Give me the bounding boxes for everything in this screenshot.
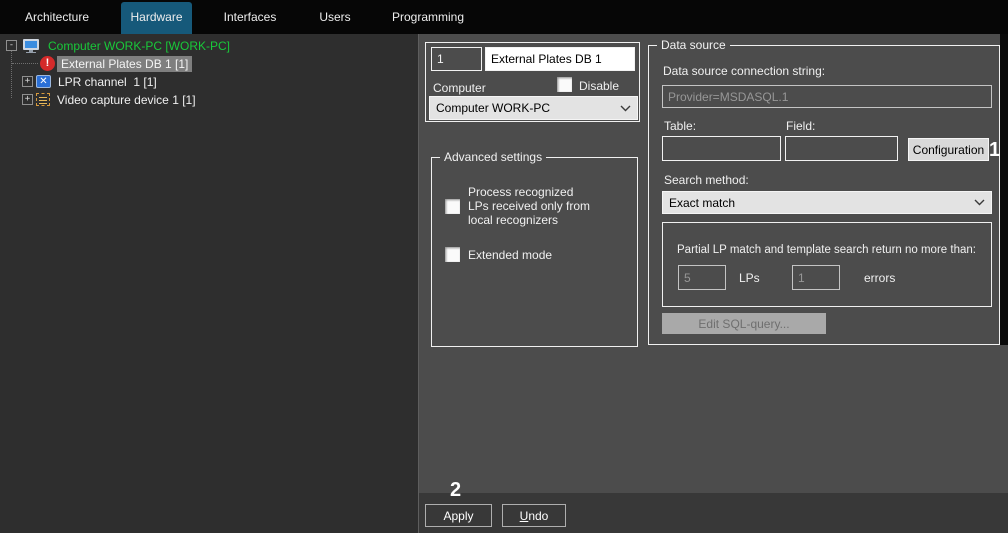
computer-select[interactable]: Computer WORK-PC	[429, 96, 638, 120]
search-method-value: Exact match	[669, 195, 736, 210]
tree-item-label[interactable]: Computer WORK-PC [WORK-PC]	[44, 38, 234, 54]
table-field[interactable]	[662, 136, 781, 161]
object-id-field[interactable]	[431, 47, 482, 71]
connection-string-field[interactable]	[662, 85, 992, 108]
computer-label: Computer	[433, 81, 486, 95]
tree-item-label[interactable]: External Plates DB 1 [1]	[57, 55, 193, 72]
chevron-down-icon	[974, 199, 985, 206]
partial-match-groupbox: Partial LP match and template search ret…	[662, 222, 992, 307]
tab-interfaces[interactable]: Interfaces	[210, 0, 290, 34]
extended-mode-checkbox[interactable]	[445, 247, 460, 262]
undo-button[interactable]: Undo	[502, 504, 566, 527]
tree-item-computer[interactable]: - Computer WORK-PC [WORK-PC]	[6, 37, 234, 54]
computer-select-value: Computer WORK-PC	[436, 101, 551, 115]
lpr-channel-icon: ✕	[36, 75, 51, 88]
video-capture-icon	[36, 93, 50, 106]
apply-button-label: Apply	[443, 508, 474, 523]
tab-architecture[interactable]: Architecture	[10, 0, 104, 34]
errors-count-field[interactable]	[792, 265, 840, 290]
tab-hardware[interactable]: Hardware	[121, 2, 192, 34]
identity-groupbox: Computer Disable Computer WORK-PC	[425, 42, 640, 122]
undo-button-label: Undo	[519, 508, 549, 523]
tab-users[interactable]: Users	[303, 0, 367, 34]
tree-connector-line	[11, 51, 12, 98]
tree-connector-line	[12, 63, 38, 64]
tree-item-external-plates-db[interactable]: ! External Plates DB 1 [1]	[40, 55, 193, 72]
partial-match-label: Partial LP match and template search ret…	[677, 244, 976, 256]
field-label: Field:	[786, 119, 816, 133]
configuration-button[interactable]: Configuration	[908, 138, 989, 161]
disable-label: Disable	[579, 79, 620, 93]
computer-icon	[23, 38, 39, 53]
error-icon: !	[40, 56, 55, 71]
disable-checkbox[interactable]	[557, 77, 572, 92]
connection-string-label: Data source connection string:	[663, 64, 826, 78]
apply-button[interactable]: Apply	[425, 504, 492, 527]
expand-icon[interactable]: +	[22, 94, 33, 105]
edit-sql-query-button[interactable]: Edit SQL-query...	[662, 313, 826, 334]
object-name-field[interactable]	[485, 47, 635, 71]
lps-label: LPs	[739, 271, 760, 285]
main-tab-bar: Architecture Hardware Interfaces Users P…	[0, 0, 1008, 34]
chevron-down-icon	[620, 105, 631, 112]
data-source-groupbox: Data source Data source connection strin…	[648, 38, 1000, 345]
lps-count-field[interactable]	[678, 265, 726, 290]
extended-mode-label: Extended mode	[468, 248, 553, 262]
annotation-step-2: 2	[450, 479, 462, 501]
tree-item-label[interactable]: LPR channel 1 [1]	[54, 74, 161, 90]
search-method-select[interactable]: Exact match	[662, 191, 992, 214]
annotation-step-1: 1	[989, 139, 1001, 161]
hardware-tree-panel: - Computer WORK-PC [WORK-PC] ! External …	[0, 34, 418, 533]
tree-item-lpr-channel[interactable]: + ✕ LPR channel 1 [1]	[22, 73, 161, 90]
data-source-title: Data source	[657, 38, 730, 52]
tree-item-video-capture-device[interactable]: + Video capture device 1 [1]	[22, 91, 200, 108]
field-field[interactable]	[785, 136, 898, 161]
tab-programming[interactable]: Programming	[383, 0, 473, 34]
process-local-lps-label: Process recognized LPs received only fro…	[468, 185, 591, 227]
collapse-icon[interactable]: -	[6, 40, 17, 51]
search-method-label: Search method:	[664, 173, 749, 187]
advanced-settings-groupbox: Advanced settings Process recognized LPs…	[431, 150, 638, 347]
table-label: Table:	[664, 119, 697, 133]
right-edge-strip	[1000, 34, 1008, 345]
tree-item-label[interactable]: Video capture device 1 [1]	[53, 92, 200, 108]
errors-label: errors	[864, 271, 896, 285]
expand-icon[interactable]: +	[22, 76, 33, 87]
advanced-settings-title: Advanced settings	[440, 150, 547, 164]
process-local-lps-checkbox[interactable]	[445, 199, 460, 214]
